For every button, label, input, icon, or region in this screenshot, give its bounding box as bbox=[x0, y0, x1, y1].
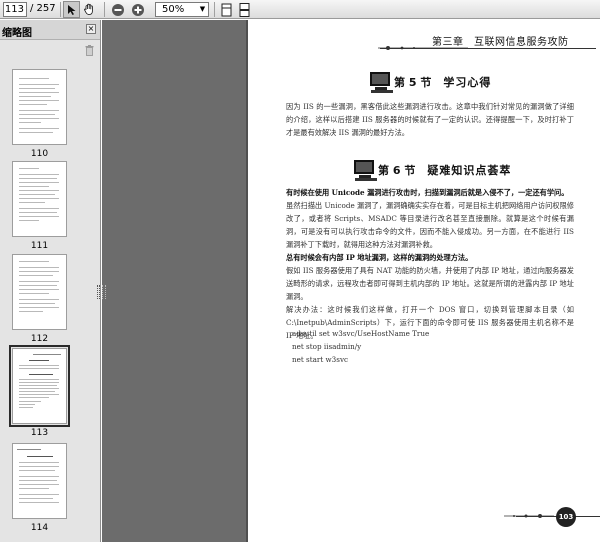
thumbnail-label: 110 bbox=[30, 149, 49, 159]
thumbnails-panel: 缩略图 × 110 111 112 113 114 bbox=[0, 20, 101, 542]
question-2: 总有时候会有内部 IP 地址漏洞，这样的漏洞的处理方法。 bbox=[286, 253, 473, 262]
running-head: 第三章 互联网信息服务攻防 bbox=[432, 37, 569, 48]
thumbnail-item[interactable]: 113 bbox=[9, 345, 70, 438]
answer-1: 虽然扫描出 Unicode 漏洞了，漏洞确确实实存在着，可是目标主机把网络用户访… bbox=[286, 201, 574, 249]
answer-2: 假如 IIS 服务器使用了具有 NAT 功能的防火墙，并使用了内部 IP 地址，… bbox=[286, 266, 574, 301]
computer-icon bbox=[354, 160, 377, 181]
panel-resize-handle[interactable] bbox=[97, 285, 100, 299]
command-line: net stop iisadmin/y bbox=[292, 342, 362, 351]
thumbnail-label: 111 bbox=[30, 241, 49, 251]
zoom-select[interactable]: 50% ▼ bbox=[155, 2, 209, 17]
toolbar: 113 / 257 50% ▼ bbox=[0, 0, 600, 19]
zoom-out-icon[interactable] bbox=[109, 1, 126, 18]
thumbnail-item[interactable]: 112 bbox=[12, 254, 69, 344]
page-number-input[interactable]: 113 bbox=[3, 2, 27, 17]
document-view[interactable]: 第三章 互联网信息服务攻防 第 5 节 学习心得 因为 IIS 的一些漏洞，黑客… bbox=[102, 20, 600, 542]
continuous-page-icon[interactable] bbox=[236, 1, 253, 18]
section-5-heading: 第 5 节 学习心得 bbox=[368, 70, 491, 94]
thumbnails-toolbar bbox=[0, 40, 100, 56]
thumbnail-label: 114 bbox=[30, 523, 49, 533]
single-page-icon[interactable] bbox=[218, 1, 235, 18]
page-thumbnail-selected[interactable] bbox=[9, 345, 70, 427]
section-number: 第 5 节 bbox=[394, 76, 432, 89]
page-thumbnail[interactable] bbox=[12, 69, 67, 145]
section-number: 第 6 节 bbox=[378, 164, 416, 177]
section-title: 疑难知识点荟萃 bbox=[427, 164, 512, 177]
page-thumbnail[interactable] bbox=[12, 161, 67, 237]
header-rule bbox=[380, 48, 596, 49]
toolbar-separator bbox=[214, 2, 215, 17]
panel-resize-handle[interactable] bbox=[102, 285, 106, 299]
chevron-down-icon[interactable]: ▼ bbox=[198, 4, 207, 15]
select-tool-icon[interactable] bbox=[63, 1, 80, 18]
section-5-paragraph: 因为 IIS 的一些漏洞，黑客借此这些漏洞进行攻击。这章中我们针对常见的漏洞做了… bbox=[286, 102, 574, 137]
command-line: adsutil set w3svc/UseHostName True bbox=[292, 329, 430, 338]
close-icon[interactable]: × bbox=[86, 24, 96, 34]
toolbar-separator bbox=[104, 2, 105, 17]
toolbar-separator bbox=[60, 2, 61, 17]
thumbnail-item[interactable]: 110 bbox=[12, 69, 69, 159]
computer-icon bbox=[370, 72, 393, 93]
zoom-value: 50% bbox=[162, 4, 185, 15]
question-1: 有时候在使用 Unicode 漏洞进行攻击时，扫描到漏洞后就是入侵不了，一定还有… bbox=[286, 188, 569, 197]
page-thumbnail[interactable] bbox=[12, 254, 67, 330]
thumbnails-panel-header: 缩略图 × bbox=[0, 20, 100, 40]
page-thumbnail[interactable] bbox=[12, 443, 67, 519]
page-total-label: / 257 bbox=[30, 3, 56, 14]
zoom-in-icon[interactable] bbox=[129, 1, 146, 18]
section-title: 学习心得 bbox=[443, 76, 492, 89]
command-line: net start w3svc bbox=[292, 355, 349, 364]
section-6-heading: 第 6 节 疑难知识点荟萃 bbox=[352, 158, 511, 182]
thumbnail-label: 113 bbox=[30, 428, 49, 438]
thumbnail-list: 110 111 112 113 114 bbox=[0, 56, 100, 542]
thumbnail-item[interactable]: 111 bbox=[12, 161, 69, 251]
document-page: 第三章 互联网信息服务攻防 第 5 节 学习心得 因为 IIS 的一些漏洞，黑客… bbox=[248, 20, 600, 542]
thumbnails-panel-title: 缩略图 bbox=[2, 28, 32, 39]
thumbnail-item[interactable]: 114 bbox=[12, 443, 69, 533]
page-number-badge: 103 bbox=[556, 507, 576, 527]
hand-tool-icon[interactable] bbox=[81, 1, 98, 18]
thumbnail-label: 112 bbox=[30, 334, 49, 344]
